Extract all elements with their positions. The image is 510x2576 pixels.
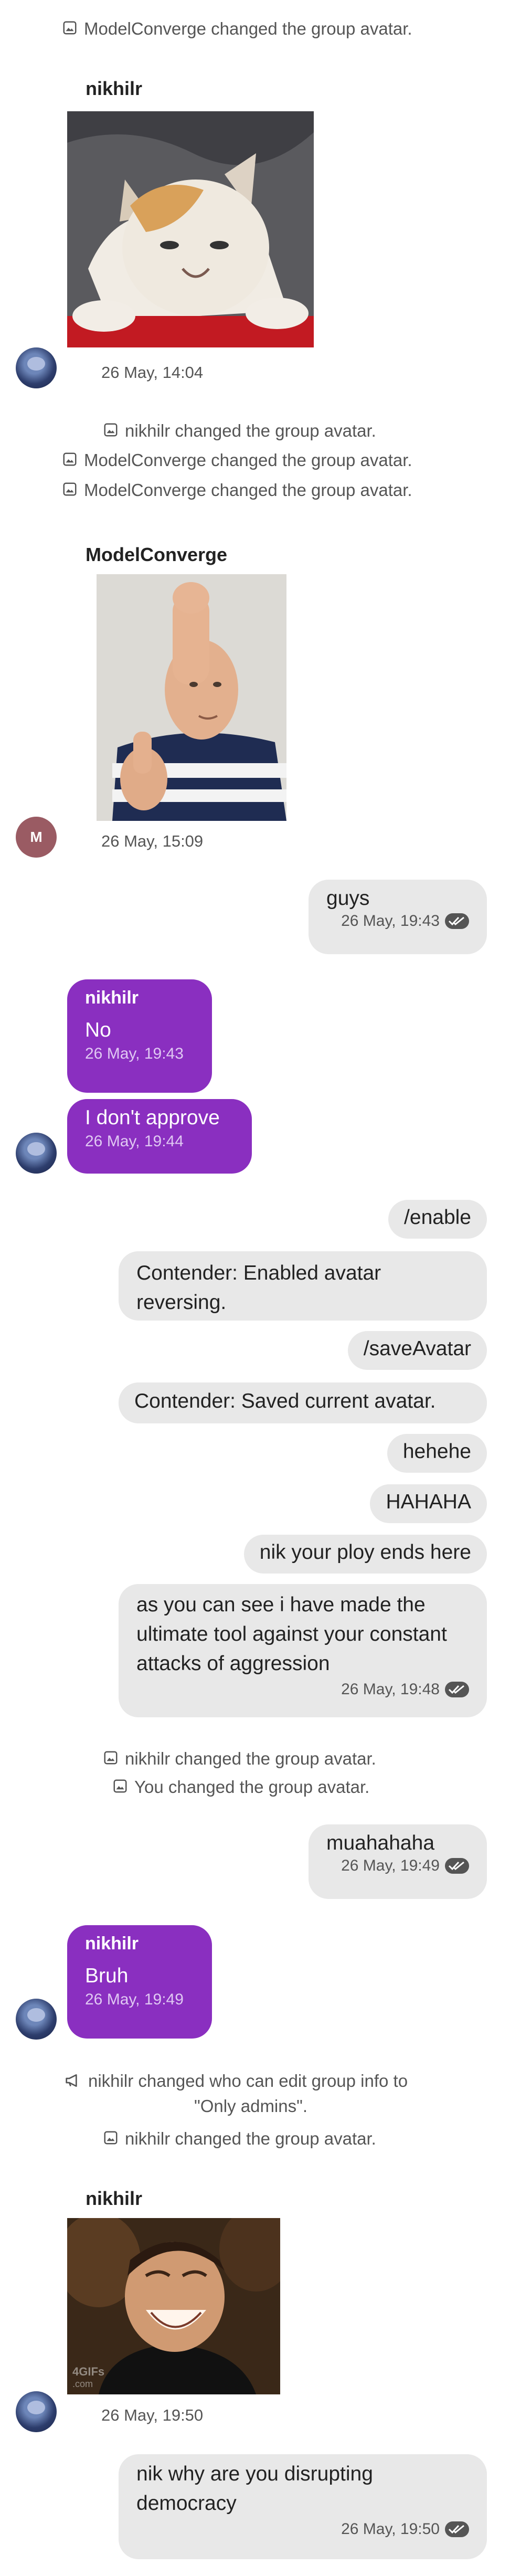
outgoing-message[interactable]: Contender: Saved current avatar. [119,1382,487,1423]
outgoing-message[interactable]: hehehe [387,1434,487,1473]
message-text: Bruh [85,1965,129,1987]
incoming-message[interactable]: I don't approve 26 May, 19:44 [67,1099,252,1174]
outgoing-message[interactable]: nik your ploy ends here [243,1535,487,1574]
message-timestamp: 26 May, 19:50 [341,2520,440,2538]
message-timestamp: 26 May, 19:49 [341,1857,440,1874]
avatar[interactable]: M [16,817,57,858]
sender-name: nikhilr [86,2188,143,2209]
outgoing-message[interactable]: as you can see i have made the ultimate … [119,1584,487,1717]
outgoing-message[interactable]: guys 26 May, 19:43 [309,880,487,954]
message-text: /enable [404,1206,471,1229]
image-icon [62,20,78,40]
system-message-continuation: "Only admins". [194,2096,307,2116]
system-message: nikhilr changed the group avatar. [103,2129,376,2150]
message-timestamp: 26 May, 19:50 [101,2406,204,2424]
system-text: ModelConverge changed the group avatar. [84,450,412,470]
system-text: nikhilr changed the group avatar. [125,1749,376,1768]
avatar[interactable] [16,1999,57,2040]
outgoing-message[interactable]: /saveAvatar [347,1331,487,1370]
message-timestamp: 26 May, 19:43 [341,912,440,930]
system-text: You changed the group avatar. [134,1777,370,1797]
message-timestamp: 26 May, 14:04 [101,363,204,382]
avatar[interactable] [16,1133,57,1174]
system-message: nikhilr changed the group avatar. [103,421,376,442]
image-icon [103,1750,119,1770]
avatar[interactable] [16,2391,57,2432]
system-text: nikhilr changed the group avatar. [125,2129,376,2148]
sender-name: nikhilr [85,1934,139,1954]
double-check-icon [445,2521,469,2537]
megaphone-icon [65,2072,82,2092]
system-message: nikhilr changed who can edit group info … [65,2071,408,2092]
shared-gif-laughing[interactable]: 4GIFs .com [67,2218,280,2394]
double-check-icon [445,913,469,929]
incoming-message[interactable]: nikhilr No 26 May, 19:43 [67,979,212,1093]
message-text: /saveAvatar [363,1337,471,1360]
outgoing-message[interactable]: muahahaha 26 May, 19:49 [309,1824,487,1899]
outgoing-message[interactable]: nik why are you disrupting democracy 26 … [119,2454,487,2559]
message-timestamp: 26 May, 15:09 [101,832,204,850]
sender-name: nikhilr [85,988,139,1008]
message-timestamp: 26 May, 19:43 [85,1045,184,1062]
message-text: as you can see i have made the ultimate … [136,1593,447,1675]
system-text: ModelConverge changed the group avatar. [84,19,412,38]
system-text: nikhilr changed the group avatar. [125,421,376,440]
outgoing-message[interactable]: /enable [388,1200,487,1239]
message-text: nik why are you disrupting democracy [136,2463,373,2515]
message-text: HAHAHA [386,1491,471,1513]
image-icon [62,481,78,501]
sender-name: nikhilr [86,78,143,99]
message-text: Contender: Saved current avatar. [134,1390,436,1412]
outgoing-message[interactable]: HAHAHA [370,1484,487,1523]
image-icon [103,2130,119,2150]
message-timestamp: 26 May, 19:49 [85,1991,184,2008]
image-icon [62,451,78,471]
system-text: ModelConverge changed the group avatar. [84,480,412,500]
message-text: I don't approve [85,1106,220,1129]
incoming-message[interactable]: nikhilr Bruh 26 May, 19:49 [67,1925,212,2039]
system-message: ModelConverge changed the group avatar. [62,19,412,40]
system-message: nikhilr changed the group avatar. [103,1749,376,1770]
message-text: hehehe [402,1440,471,1463]
sender-name: ModelConverge [86,544,228,565]
double-check-icon [445,1682,469,1697]
message-timestamp: 26 May, 19:44 [85,1133,184,1150]
message-text: guys [326,887,370,910]
message-text: nik your ploy ends here [259,1541,471,1564]
message-timestamp: 26 May, 19:48 [341,1681,440,1698]
gif-watermark-suffix: .com [72,2379,93,2389]
image-icon [103,422,119,442]
system-message: You changed the group avatar. [112,1777,369,1798]
message-text: muahahaha [326,1832,435,1854]
outgoing-message[interactable]: Contender: Enabled avatar reversing. [119,1251,487,1321]
shared-photo-thumbs-up[interactable] [97,574,286,821]
image-icon [112,1778,128,1798]
system-text: nikhilr changed who can edit group info … [88,2071,408,2091]
double-check-icon [445,1858,469,1874]
shared-photo-cat[interactable] [67,111,314,347]
message-text: Contender: Enabled avatar reversing. [136,1262,381,1314]
message-text: No [85,1019,111,1041]
system-message: ModelConverge changed the group avatar. [62,480,412,501]
system-message: ModelConverge changed the group avatar. [62,450,412,471]
gif-watermark: 4GIFs [72,2365,104,2378]
avatar[interactable] [16,347,57,388]
